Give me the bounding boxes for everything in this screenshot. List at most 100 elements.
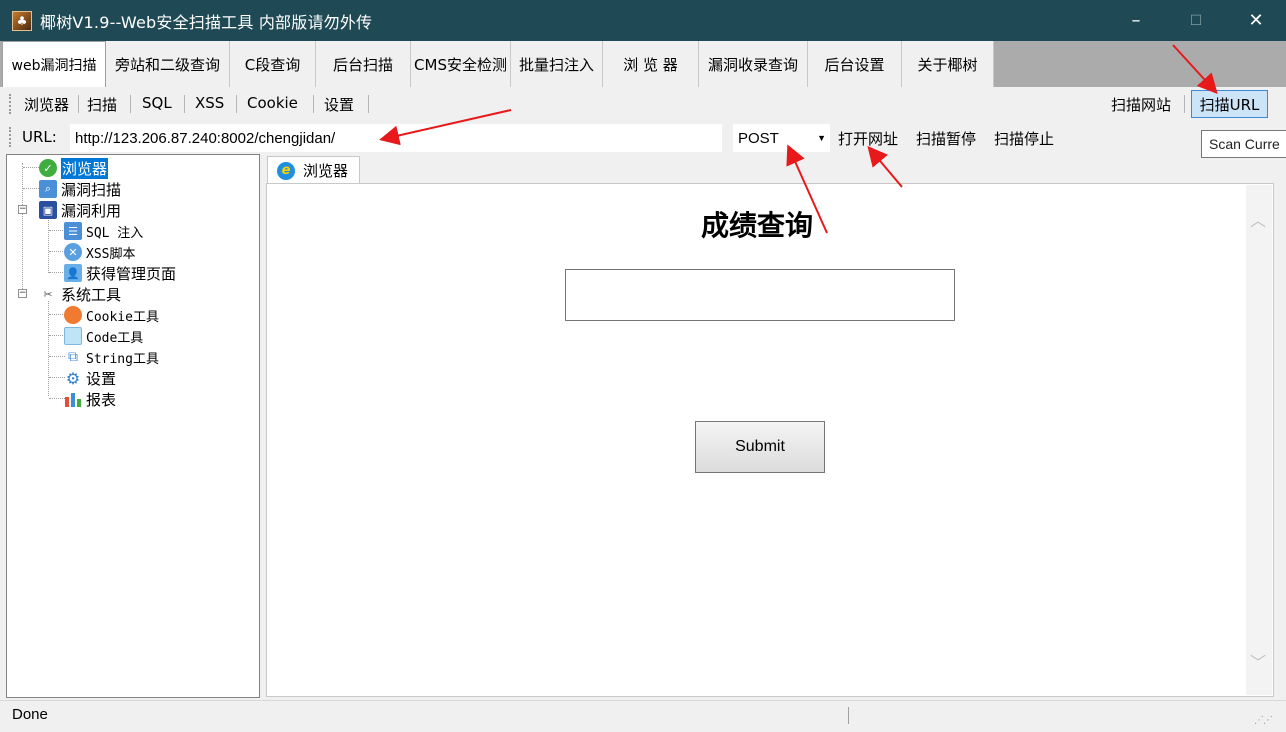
url-input[interactable] <box>70 124 722 152</box>
tab-admin-scan[interactable]: 后台扫描 <box>316 41 411 87</box>
arrow-to-open-url <box>867 145 903 188</box>
tree-item-admin-page[interactable]: 👤 获得管理页面 <box>64 263 176 283</box>
separator <box>130 95 131 113</box>
tree-item-cookie-tool[interactable]: Cookie工具 <box>64 305 159 325</box>
tree-connector <box>49 356 65 357</box>
title-bar: ♣ 椰树V1.9--Web安全扫描工具 内部版请勿外传 – ☐ ✕ <box>0 0 1286 41</box>
tab-sidesite-query[interactable]: 旁站和二级查询 <box>106 41 230 87</box>
gear-icon: ⚙ <box>65 368 81 388</box>
collapse-icon[interactable]: − <box>18 289 27 298</box>
maximize-button[interactable]: ☐ <box>1166 0 1226 41</box>
tree-item-settings[interactable]: ⚙ 设置 <box>64 368 116 388</box>
tab-batch-inject[interactable]: 批量扫注入 <box>511 41 603 87</box>
tab-cms-check[interactable]: CMS安全检测 <box>411 41 511 87</box>
tree-item-code-tool[interactable]: Code工具 <box>64 326 143 346</box>
tree-item-string-tool[interactable]: ⧉ String工具 <box>64 347 159 367</box>
tree-label: XSS脚本 <box>86 246 136 262</box>
tab-c-segment[interactable]: C段查询 <box>230 41 316 87</box>
tab-admin-settings[interactable]: 后台设置 <box>808 41 902 87</box>
app-icon: ♣ <box>12 10 32 31</box>
tree-item-sql-inject[interactable]: ☰ SQL 注入 <box>64 221 143 241</box>
tab-browser[interactable]: 浏 览 器 <box>603 41 699 87</box>
navigation-tree: ✓ 浏览器 ⌕ 漏洞扫描 − ▣ 漏洞利用 ☰ SQL 注入 ✕ XSS脚本 👤… <box>6 154 260 698</box>
tools-icon: ✂ <box>43 287 53 301</box>
tree-connector <box>48 301 49 396</box>
ie-icon: e <box>277 161 295 180</box>
tree-label: String工具 <box>86 351 159 367</box>
magnifier-icon: ⌕ <box>39 180 57 198</box>
vertical-scrollbar[interactable]: ︿ ﹀ <box>1246 185 1272 695</box>
toolbar-scan[interactable]: 扫描 <box>87 94 117 115</box>
scan-site-button[interactable]: 扫描网站 <box>1111 94 1171 115</box>
status-separator <box>848 707 849 724</box>
tree-label: Code工具 <box>86 330 144 346</box>
tree-connector <box>49 335 65 336</box>
separator <box>236 95 237 113</box>
monitor-icon: ▣ <box>39 201 57 219</box>
toolbar-xss[interactable]: XSS <box>195 94 224 112</box>
status-bar: Done ⋰⋰ <box>0 700 1286 732</box>
scan-pause-button[interactable]: 扫描暂停 <box>916 128 976 149</box>
tree-item-xss[interactable]: ✕ XSS脚本 <box>64 242 135 262</box>
submit-button[interactable]: Submit <box>695 421 825 473</box>
scroll-down-icon[interactable]: ﹀ <box>1250 649 1266 673</box>
tab-vuln-db[interactable]: 漏洞收录查询 <box>699 41 808 87</box>
url-toolbar: URL: POST ▼ 打开网址 扫描暂停 扫描停止 <box>0 121 1286 154</box>
tree-item-vuln-scan[interactable]: ⌕ 漏洞扫描 <box>39 179 121 199</box>
tab-web-vuln-scan[interactable]: web漏洞扫描 <box>2 41 106 87</box>
tree-connector <box>49 398 65 399</box>
tree-item-vuln-exploit[interactable]: ▣ 漏洞利用 <box>39 200 121 220</box>
method-select[interactable]: POST ▼ <box>733 124 830 152</box>
separator <box>368 95 369 113</box>
toolbar-cookie[interactable]: Cookie <box>247 94 298 112</box>
scan-stop-button[interactable]: 扫描停止 <box>994 128 1054 149</box>
tree-label: 设置 <box>86 369 117 388</box>
tree-label: 报表 <box>86 390 117 409</box>
separator <box>313 95 314 113</box>
resize-grip-icon[interactable]: ⋰⋰ <box>1254 715 1273 726</box>
tree-connector <box>22 163 23 293</box>
tree-label: 漏洞扫描 <box>61 180 122 199</box>
toolbar-grip[interactable] <box>9 127 12 147</box>
database-icon: ☰ <box>64 222 82 240</box>
collapse-icon[interactable]: − <box>18 205 27 214</box>
tree-label: SQL 注入 <box>86 225 144 241</box>
separator <box>78 95 79 113</box>
user-icon: 👤 <box>64 264 82 282</box>
cookie-icon <box>64 306 82 324</box>
close-circle-icon: ✕ <box>64 243 82 261</box>
tree-item-browser[interactable]: ✓ 浏览器 <box>39 157 109 179</box>
main-tab-strip: web漏洞扫描 旁站和二级查询 C段查询 后台扫描 CMS安全检测 批量扫注入 … <box>0 41 1286 87</box>
toolbar-sql[interactable]: SQL <box>142 94 172 112</box>
scroll-up-icon[interactable]: ︿ <box>1250 207 1266 231</box>
status-text: Done <box>12 706 48 723</box>
tree-label: Cookie工具 <box>86 309 159 325</box>
tab-about[interactable]: 关于椰树 <box>902 41 994 87</box>
page-heading: 成绩查询 <box>700 209 813 242</box>
tree-connector <box>49 314 65 315</box>
tree-label: 系统工具 <box>61 285 122 304</box>
url-label: URL: <box>22 128 57 146</box>
toolbar-browser[interactable]: 浏览器 <box>24 94 69 115</box>
close-button[interactable]: ✕ <box>1226 0 1286 41</box>
browser-tab[interactable]: e 浏览器 <box>267 156 360 184</box>
scan-url-button[interactable]: 扫描URL <box>1191 90 1268 118</box>
function-toolbar: 浏览器 扫描 SQL XSS Cookie 设置 扫描网站 扫描URL <box>0 87 1286 121</box>
score-query-input[interactable] <box>565 269 955 321</box>
open-url-button[interactable]: 打开网址 <box>838 128 898 149</box>
tree-connector <box>48 217 49 273</box>
tree-item-system-tools[interactable]: ✂ 系统工具 <box>39 284 121 304</box>
toolbar-grip[interactable] <box>9 94 12 114</box>
separator <box>184 95 185 113</box>
tree-connector <box>49 272 65 273</box>
window-title: 椰树V1.9--Web安全扫描工具 内部版请勿外传 <box>40 12 373 32</box>
minimize-button[interactable]: – <box>1106 0 1166 41</box>
toolbar-settings[interactable]: 设置 <box>324 94 354 115</box>
tree-label: 浏览器 <box>61 157 109 179</box>
tree-item-report[interactable]: 报表 <box>64 389 116 409</box>
dropdown-arrow-icon[interactable]: ▼ <box>817 133 826 143</box>
separator <box>1184 95 1185 113</box>
tree-label: 漏洞利用 <box>61 201 122 220</box>
method-value: POST <box>738 129 779 147</box>
window-icon <box>64 327 82 345</box>
